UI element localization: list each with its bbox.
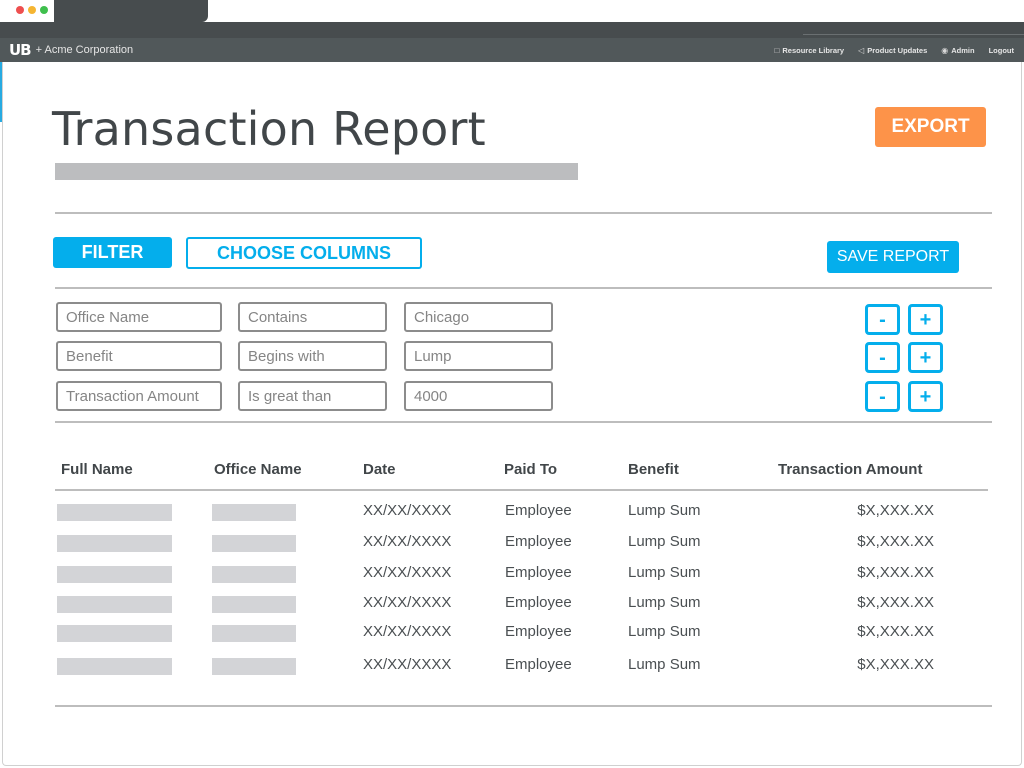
paid-to-cell: Employee: [505, 564, 572, 581]
close-window-button[interactable]: [16, 6, 24, 14]
table-footer-divider: [55, 705, 992, 707]
benefit-cell: Lump Sum: [628, 533, 701, 550]
chrome-divider: [803, 34, 1024, 35]
column-header-date[interactable]: Date: [363, 461, 396, 478]
amount-cell: $X,XXX.XX: [857, 656, 934, 673]
add-filter-button[interactable]: +: [908, 342, 943, 373]
divider: [55, 421, 992, 423]
date-cell: XX/XX/XXXX: [363, 656, 452, 673]
paid-to-cell: Employee: [505, 533, 572, 550]
export-button[interactable]: EXPORT: [875, 107, 986, 147]
logo[interactable]: UB + Acme Corporation: [9, 41, 134, 59]
save-report-button[interactable]: SAVE REPORT: [827, 241, 959, 273]
filter-field-select[interactable]: Benefit: [56, 341, 222, 371]
remove-filter-button[interactable]: -: [865, 381, 900, 412]
nav-product-updates[interactable]: ◁ Product Updates: [858, 46, 927, 55]
table-row: XX/XX/XXXX Employee Lump Sum $X,XXX.XX: [0, 502, 1024, 522]
browser-chrome: [0, 0, 1024, 38]
amount-cell: $X,XXX.XX: [857, 594, 934, 611]
left-accent: [0, 62, 2, 122]
remove-filter-button[interactable]: -: [865, 304, 900, 335]
nav-resource-library[interactable]: □ Resource Library: [775, 46, 845, 55]
filter-value-input[interactable]: 4000: [404, 381, 553, 411]
filter-field-select[interactable]: Office Name: [56, 302, 222, 332]
office-name-placeholder: [212, 504, 296, 521]
filter-value-input[interactable]: Lump: [404, 341, 553, 371]
add-filter-button[interactable]: +: [908, 381, 943, 412]
amount-cell: $X,XXX.XX: [857, 564, 934, 581]
table-row: XX/XX/XXXX Employee Lump Sum $X,XXX.XX: [0, 623, 1024, 643]
column-header-full-name[interactable]: Full Name: [61, 461, 133, 478]
date-cell: XX/XX/XXXX: [363, 533, 452, 550]
filter-operator-select[interactable]: Is great than: [238, 381, 387, 411]
date-cell: XX/XX/XXXX: [363, 564, 452, 581]
choose-columns-button[interactable]: CHOOSE COLUMNS: [186, 237, 422, 269]
paid-to-cell: Employee: [505, 594, 572, 611]
app-navbar: UB + Acme Corporation □ Resource Library…: [0, 38, 1024, 62]
minimize-window-button[interactable]: [28, 6, 36, 14]
column-header-benefit[interactable]: Benefit: [628, 461, 679, 478]
filter-operator-select[interactable]: Contains: [238, 302, 387, 332]
remove-filter-button[interactable]: -: [865, 342, 900, 373]
table-row: XX/XX/XXXX Employee Lump Sum $X,XXX.XX: [0, 564, 1024, 584]
nav-logout[interactable]: Logout: [989, 46, 1014, 55]
amount-cell: $X,XXX.XX: [857, 533, 934, 550]
amount-cell: $X,XXX.XX: [857, 623, 934, 640]
full-name-placeholder: [57, 535, 172, 552]
office-name-placeholder: [212, 596, 296, 613]
benefit-cell: Lump Sum: [628, 564, 701, 581]
paid-to-cell: Employee: [505, 656, 572, 673]
add-filter-button[interactable]: +: [908, 304, 943, 335]
benefit-cell: Lump Sum: [628, 656, 701, 673]
date-cell: XX/XX/XXXX: [363, 594, 452, 611]
divider: [55, 212, 992, 214]
column-header-office-name[interactable]: Office Name: [214, 461, 302, 478]
full-name-placeholder: [57, 658, 172, 675]
office-name-placeholder: [212, 535, 296, 552]
page-title: Transaction Report: [52, 102, 486, 156]
table-row: XX/XX/XXXX Employee Lump Sum $X,XXX.XX: [0, 533, 1024, 553]
browser-tab[interactable]: [54, 0, 208, 22]
nav-admin[interactable]: ◉ Admin: [941, 46, 974, 55]
date-cell: XX/XX/XXXX: [363, 502, 452, 519]
filter-operator-select[interactable]: Begins with: [238, 341, 387, 371]
filter-field-select[interactable]: Transaction Amount: [56, 381, 222, 411]
table-row: XX/XX/XXXX Employee Lump Sum $X,XXX.XX: [0, 594, 1024, 614]
book-icon: □: [774, 45, 780, 55]
date-cell: XX/XX/XXXX: [363, 623, 452, 640]
nav-label: Admin: [951, 45, 975, 55]
nav-label: Logout: [988, 45, 1014, 55]
office-name-placeholder: [212, 566, 296, 583]
full-name-placeholder: [57, 566, 172, 583]
amount-cell: $X,XXX.XX: [857, 502, 934, 519]
benefit-cell: Lump Sum: [628, 594, 701, 611]
column-header-paid-to[interactable]: Paid To: [504, 461, 557, 478]
table-row: XX/XX/XXXX Employee Lump Sum $X,XXX.XX: [0, 656, 1024, 676]
ub-logo-icon: UB: [9, 41, 32, 59]
office-name-placeholder: [212, 625, 296, 642]
company-name: + Acme Corporation: [35, 44, 134, 56]
benefit-cell: Lump Sum: [628, 623, 701, 640]
filter-button[interactable]: FILTER: [53, 237, 172, 268]
nav-label: Resource Library: [782, 45, 845, 55]
office-name-placeholder: [212, 658, 296, 675]
subtitle-placeholder: [55, 163, 578, 180]
filter-value-input[interactable]: Chicago: [404, 302, 553, 332]
full-name-placeholder: [57, 596, 172, 613]
table-header-divider: [55, 489, 988, 491]
full-name-placeholder: [57, 504, 172, 521]
benefit-cell: Lump Sum: [628, 502, 701, 519]
megaphone-icon: ◁: [858, 45, 865, 55]
full-name-placeholder: [57, 625, 172, 642]
paid-to-cell: Employee: [505, 623, 572, 640]
column-header-transaction-amount[interactable]: Transaction Amount: [778, 461, 922, 478]
gear-icon: ◉: [941, 45, 949, 55]
paid-to-cell: Employee: [505, 502, 572, 519]
divider: [55, 287, 992, 289]
top-nav: □ Resource Library ◁ Product Updates ◉ A…: [761, 38, 1014, 62]
nav-label: Product Updates: [867, 45, 928, 55]
maximize-window-button[interactable]: [40, 6, 48, 14]
